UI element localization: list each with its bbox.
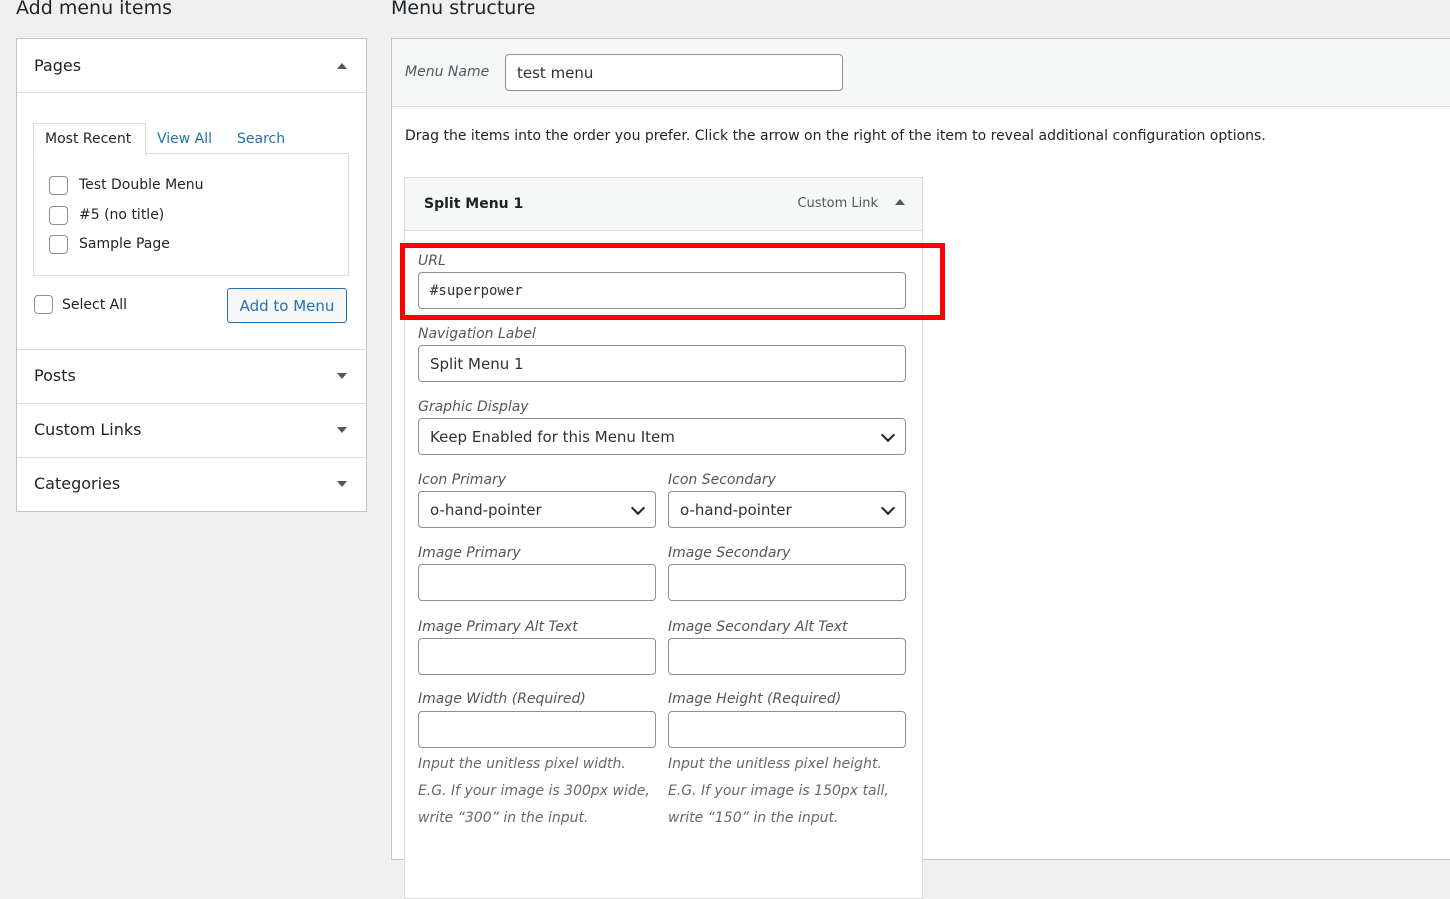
tab-view-all[interactable]: View All bbox=[157, 131, 212, 147]
categories-section-title: Categories bbox=[34, 474, 121, 493]
select-all-label: Select All bbox=[62, 297, 127, 313]
menu-structure-panel: Menu Name test menu Drag the items into … bbox=[391, 38, 1450, 899]
icon-primary-value: o-hand-pointer bbox=[430, 500, 542, 519]
select-all-checkbox[interactable] bbox=[34, 295, 53, 314]
page-checkbox[interactable] bbox=[49, 206, 68, 225]
posts-section-header[interactable]: Posts bbox=[17, 350, 366, 404]
pages-section-title: Pages bbox=[34, 56, 82, 75]
expand-arrow-icon[interactable] bbox=[337, 427, 347, 433]
image-secondary-input[interactable] bbox=[668, 564, 906, 601]
expand-arrow-icon[interactable] bbox=[337, 373, 347, 379]
tab-search[interactable]: Search bbox=[237, 131, 285, 147]
image-height-label: Image Height (Required) bbox=[668, 691, 842, 707]
most-recent-pages-list: Test Double Menu #5 (no title) Sample Pa… bbox=[33, 153, 349, 276]
categories-section-header[interactable]: Categories bbox=[17, 458, 366, 511]
posts-section-title: Posts bbox=[34, 366, 76, 385]
custom-links-section-title: Custom Links bbox=[34, 420, 142, 439]
menu-name-bar: Menu Name test menu bbox=[392, 39, 1450, 107]
menu-item-title: Split Menu 1 bbox=[424, 196, 524, 212]
url-highlight-box bbox=[400, 243, 945, 320]
navigation-label-value: Split Menu 1 bbox=[430, 354, 524, 373]
collapse-arrow-icon[interactable] bbox=[337, 63, 347, 69]
icon-secondary-label: Icon Secondary bbox=[668, 472, 776, 488]
collapse-item-arrow-icon[interactable] bbox=[895, 199, 905, 205]
image-width-input[interactable] bbox=[418, 711, 656, 748]
menu-name-input[interactable]: test menu bbox=[505, 54, 843, 91]
image-width-description: Input the unitless pixel width. E.G. If … bbox=[418, 756, 650, 826]
navigation-label-label: Navigation Label bbox=[418, 326, 536, 342]
image-secondary-alt-input[interactable] bbox=[668, 638, 906, 675]
chevron-down-icon bbox=[880, 427, 896, 442]
chevron-down-icon bbox=[630, 500, 646, 515]
menu-structure-heading: Menu structure bbox=[391, 0, 536, 19]
custom-links-section-header[interactable]: Custom Links bbox=[17, 404, 366, 458]
navigation-label-input[interactable]: Split Menu 1 bbox=[418, 345, 906, 382]
add-to-menu-button[interactable]: Add to Menu bbox=[227, 288, 347, 323]
page-label: Sample Page bbox=[79, 236, 170, 252]
page-checkbox[interactable] bbox=[49, 235, 68, 254]
image-secondary-alt-label: Image Secondary Alt Text bbox=[668, 619, 848, 635]
menu-item-header[interactable]: Split Menu 1 Custom Link bbox=[405, 178, 922, 231]
image-primary-label: Image Primary bbox=[418, 545, 521, 561]
tab-most-recent[interactable]: Most Recent bbox=[33, 123, 146, 156]
page-label: #5 (no title) bbox=[79, 207, 165, 223]
page-checkbox[interactable] bbox=[49, 176, 68, 195]
icon-secondary-value: o-hand-pointer bbox=[680, 500, 792, 519]
graphic-display-select[interactable]: Keep Enabled for this Menu Item bbox=[418, 418, 906, 455]
drag-instructions: Drag the items into the order you prefer… bbox=[405, 128, 1266, 144]
image-width-label: Image Width (Required) bbox=[418, 691, 586, 707]
image-height-description: Input the unitless pixel height. E.G. If… bbox=[668, 756, 889, 826]
menu-name-label: Menu Name bbox=[405, 64, 490, 80]
menu-name-value: test menu bbox=[517, 63, 594, 82]
menu-item-type: Custom Link bbox=[797, 196, 878, 211]
tab-most-recent-label: Most Recent bbox=[45, 131, 132, 147]
graphic-display-value: Keep Enabled for this Menu Item bbox=[430, 427, 675, 446]
image-height-input[interactable] bbox=[668, 711, 906, 748]
pages-section-body: Most Recent View All Search Test Double … bbox=[17, 93, 366, 350]
add-menu-items-panel: Pages Most Recent View All Search Test D… bbox=[16, 38, 367, 512]
image-primary-alt-input[interactable] bbox=[418, 638, 656, 675]
expand-arrow-icon[interactable] bbox=[337, 481, 347, 487]
icon-primary-label: Icon Primary bbox=[418, 472, 507, 488]
add-menu-items-heading: Add menu items bbox=[16, 0, 172, 19]
page-label: Test Double Menu bbox=[79, 177, 204, 193]
image-secondary-label: Image Secondary bbox=[668, 545, 791, 561]
pages-section-header[interactable]: Pages bbox=[17, 39, 366, 93]
graphic-display-label: Graphic Display bbox=[418, 399, 529, 415]
chevron-down-icon bbox=[880, 500, 896, 515]
icon-primary-select[interactable]: o-hand-pointer bbox=[418, 491, 656, 528]
image-primary-alt-label: Image Primary Alt Text bbox=[418, 619, 578, 635]
image-primary-input[interactable] bbox=[418, 564, 656, 601]
icon-secondary-select[interactable]: o-hand-pointer bbox=[668, 491, 906, 528]
